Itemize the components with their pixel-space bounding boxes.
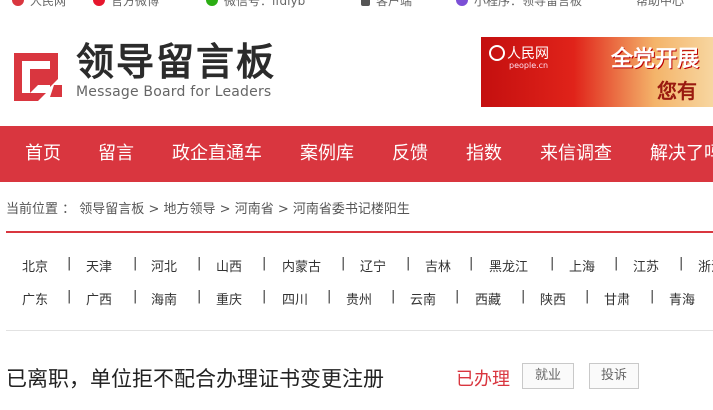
banner-ad[interactable]: 人民网 people.cn 全党开展 您有 (481, 37, 713, 107)
region-separator: | (197, 289, 202, 304)
top-link-label: 客户端 (376, 0, 413, 8)
region-link[interactable]: 天津 (86, 256, 112, 275)
tag-employment[interactable]: 就业 (522, 363, 574, 389)
banner-brand: 人民网 (507, 46, 549, 62)
region-list-row: 北京 | 天津 | 河北 | 山西 | 内蒙古 | 辽宁 | 吉林 | 黑龙江 | 上海 | 江苏 | 浙江 (0, 256, 713, 276)
nav-item-cases[interactable]: 案例库 (300, 126, 354, 182)
region-link[interactable]: 广东 (22, 289, 48, 308)
region-separator: | (650, 289, 655, 304)
breadcrumb-prefix: 当前位置 ： (6, 202, 76, 217)
region-separator: | (197, 256, 202, 271)
mobile-icon (361, 0, 370, 6)
site-logo[interactable]: 领导留言板 Message Board for Leaders (10, 38, 280, 104)
top-link-weibo[interactable]: 官方微博 (93, 0, 159, 9)
banner-subline: 您有 (657, 79, 697, 103)
top-link-mini-program[interactable]: 小程序：领导留言板 (456, 0, 582, 9)
logo-subtitle: Message Board for Leaders (76, 84, 272, 100)
region-separator: | (469, 256, 474, 271)
logo-title: 领导留言板 (76, 40, 277, 84)
region-link[interactable]: 吉林 (425, 256, 451, 275)
region-separator: | (455, 289, 460, 304)
status-badge: 已办理 (456, 369, 510, 390)
region-separator: | (521, 289, 526, 304)
breadcrumb-separator: > (219, 202, 231, 217)
region-link[interactable]: 内蒙古 (282, 256, 321, 275)
banner-url: people.cn (509, 61, 549, 70)
top-link-people-daily[interactable]: 人民网 (12, 0, 66, 9)
region-link[interactable]: 北京 (22, 256, 48, 275)
breadcrumb-item[interactable]: 河南省委书记楼阳生 (293, 202, 410, 217)
region-separator: | (585, 289, 590, 304)
region-separator: | (133, 256, 138, 271)
region-link[interactable]: 广西 (86, 289, 112, 308)
section-divider (6, 231, 713, 233)
region-link[interactable]: 陕西 (540, 289, 566, 308)
region-link[interactable]: 海南 (151, 289, 177, 308)
region-link[interactable]: 河北 (151, 256, 177, 275)
nav-item-message[interactable]: 留言 (98, 126, 134, 182)
region-list-row: 广东 | 广西 | 海南 | 重庆 | 四川 | 贵州 | 云南 | 西藏 | 陕西 | 甘肃 | 青海 (0, 289, 713, 309)
breadcrumb-item[interactable]: 河南省 (235, 202, 274, 217)
region-link[interactable]: 甘肃 (604, 289, 630, 308)
breadcrumb-item[interactable]: 领导留言板 (79, 202, 144, 217)
region-link[interactable]: 山西 (216, 256, 242, 275)
people-daily-icon (12, 0, 24, 6)
wechat-icon (206, 0, 218, 6)
region-separator: | (341, 256, 346, 271)
message-title: 已离职，单位拒不配合办理证书变更注册 (6, 367, 384, 391)
region-separator: | (262, 289, 267, 304)
region-separator: | (614, 256, 619, 271)
top-link-label: 人民网 (30, 0, 67, 8)
region-link[interactable]: 贵州 (346, 289, 372, 308)
tag-complaint[interactable]: 投诉 (589, 363, 639, 389)
breadcrumb-separator: > (277, 202, 289, 217)
region-separator: | (133, 289, 138, 304)
nav-item-index[interactable]: 指数 (466, 126, 502, 182)
region-separator: | (406, 256, 411, 271)
top-link-label: 帮助中心 (636, 0, 685, 8)
weibo-icon (93, 0, 105, 6)
top-links-bar: 人民网 官方微博 微信号：lfdlyb 客户端 小程序：领导留言板 帮助中心 (0, 0, 713, 9)
top-link-wechat[interactable]: 微信号：lfdlyb (206, 0, 305, 9)
nav-item-survey[interactable]: 来信调查 (540, 126, 612, 182)
region-separator: | (262, 256, 267, 271)
region-link[interactable]: 云南 (410, 289, 436, 308)
region-link[interactable]: 上海 (569, 256, 595, 275)
region-separator: | (327, 289, 332, 304)
region-link[interactable]: 西藏 (475, 289, 501, 308)
banner-headline: 全党开展 (611, 47, 700, 72)
top-link-label: 微信号：lfdlyb (224, 0, 306, 8)
top-link-label: 小程序：领导留言板 (474, 0, 583, 8)
section-divider (6, 330, 713, 331)
people-daily-logo-icon (489, 45, 505, 61)
region-link[interactable]: 浙江 (698, 256, 713, 275)
top-link-label: 官方微博 (111, 0, 160, 8)
nav-item-resolved[interactable]: 解决了吗 (650, 126, 713, 182)
breadcrumb-item[interactable]: 地方领导 (163, 202, 215, 217)
top-link-help[interactable]: 帮助中心 (636, 0, 684, 9)
region-separator: | (67, 289, 72, 304)
region-link[interactable]: 四川 (282, 289, 308, 308)
top-link-app[interactable]: 客户端 (361, 0, 412, 9)
region-link[interactable]: 重庆 (216, 289, 242, 308)
region-separator: | (391, 289, 396, 304)
nav-item-feedback[interactable]: 反馈 (392, 126, 428, 182)
message-board-logo-icon (14, 53, 62, 101)
region-link[interactable]: 黑龙江 (489, 256, 528, 275)
region-separator: | (67, 256, 72, 271)
breadcrumb-separator: > (148, 202, 160, 217)
nav-item-home[interactable]: 首页 (25, 126, 61, 182)
region-separator: | (550, 256, 555, 271)
region-separator: | (679, 256, 684, 271)
breadcrumb: 当前位置 ： 领导留言板 > 地方领导 > 河南省 > 河南省委书记楼阳生 (6, 198, 410, 217)
mini-program-icon (456, 0, 468, 6)
nav-item-enterprise[interactable]: 政企直通车 (172, 126, 262, 182)
region-link[interactable]: 江苏 (633, 256, 659, 275)
region-link[interactable]: 青海 (669, 289, 695, 308)
main-nav: 首页 留言 政企直通车 案例库 反馈 指数 来信调查 解决了吗 (0, 126, 713, 182)
region-link[interactable]: 辽宁 (360, 256, 386, 275)
